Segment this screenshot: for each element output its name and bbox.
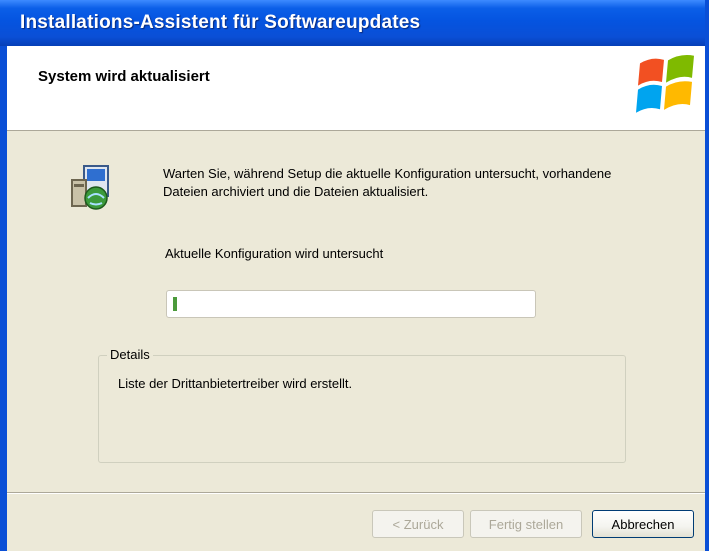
button-separator <box>7 492 705 494</box>
wait-message: Warten Sie, während Setup die aktuelle K… <box>163 166 612 199</box>
details-group <box>98 355 626 463</box>
window-frame-left <box>0 46 7 551</box>
installer-window: Installations-Assistent für Softwareupda… <box>0 0 709 551</box>
wizard-header: System wird aktualisiert <box>7 46 705 131</box>
finish-button[interactable]: Fertig stellen <box>470 510 582 538</box>
back-button[interactable]: < Zurück <box>372 510 464 538</box>
page-title: System wird aktualisiert <box>38 68 210 85</box>
windows-logo-icon <box>636 55 694 113</box>
details-text: Liste der Drittanbietertreiber wird erst… <box>118 376 353 391</box>
setup-package-icon <box>71 165 109 210</box>
progress-bar <box>166 290 536 318</box>
progress-fill <box>173 297 177 311</box>
title-bar[interactable]: Installations-Assistent für Softwareupda… <box>0 0 705 46</box>
cancel-button[interactable]: Abbrechen <box>592 510 694 538</box>
window-title: Installations-Assistent für Softwareupda… <box>20 12 421 33</box>
details-legend: Details <box>107 347 153 362</box>
status-text: Aktuelle Konfiguration wird untersucht <box>165 246 384 261</box>
